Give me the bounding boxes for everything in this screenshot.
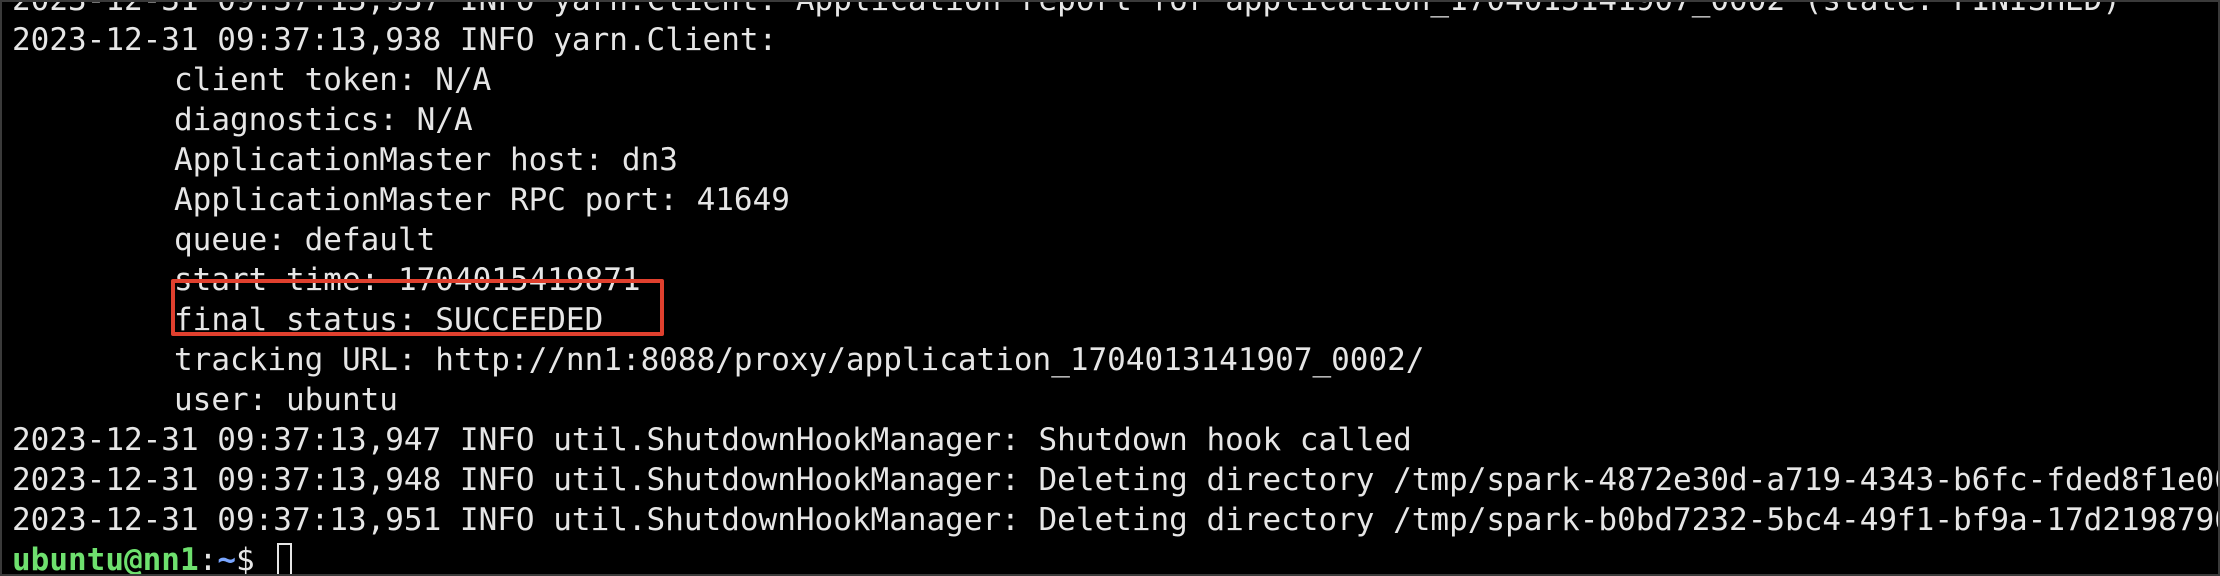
prompt-symbol: $	[235, 542, 274, 576]
prompt-path: ~	[217, 542, 236, 576]
terminal-window[interactable]: 2023-12-31 09:37:13,937 INFO yarn.Client…	[0, 0, 2220, 576]
report-field-am-host: ApplicationMaster host: dn3	[174, 142, 678, 178]
log-line: 2023-12-31 09:37:13,948 INFO util.Shutdo…	[12, 462, 2220, 498]
report-field-diagnostics: diagnostics: N/A	[174, 102, 473, 138]
log-line: 2023-12-31 09:37:13,937 INFO yarn.Client…	[12, 0, 2121, 18]
report-field-client-token: client token: N/A	[174, 62, 492, 98]
log-line: 2023-12-31 09:37:13,951 INFO util.Shutdo…	[12, 502, 2220, 538]
report-field-am-rpc-port: ApplicationMaster RPC port: 41649	[174, 182, 790, 218]
text-cursor[interactable]	[277, 543, 293, 574]
prompt-user-host: ubuntu@nn1	[12, 542, 199, 576]
prompt-separator: :	[198, 542, 218, 576]
log-line: 2023-12-31 09:37:13,947 INFO util.Shutdo…	[12, 422, 1412, 458]
report-field-queue: queue: default	[174, 222, 436, 258]
report-field-user: user: ubuntu	[174, 382, 398, 418]
report-field-tracking-url[interactable]: tracking URL: http://nn1:8088/proxy/appl…	[12, 340, 2218, 380]
log-line: 2023-12-31 09:37:13,938 INFO yarn.Client…	[12, 22, 778, 58]
final-status-highlight-box	[171, 279, 664, 336]
shell-prompt-line[interactable]: ubuntu@nn1:~$	[12, 540, 2218, 576]
